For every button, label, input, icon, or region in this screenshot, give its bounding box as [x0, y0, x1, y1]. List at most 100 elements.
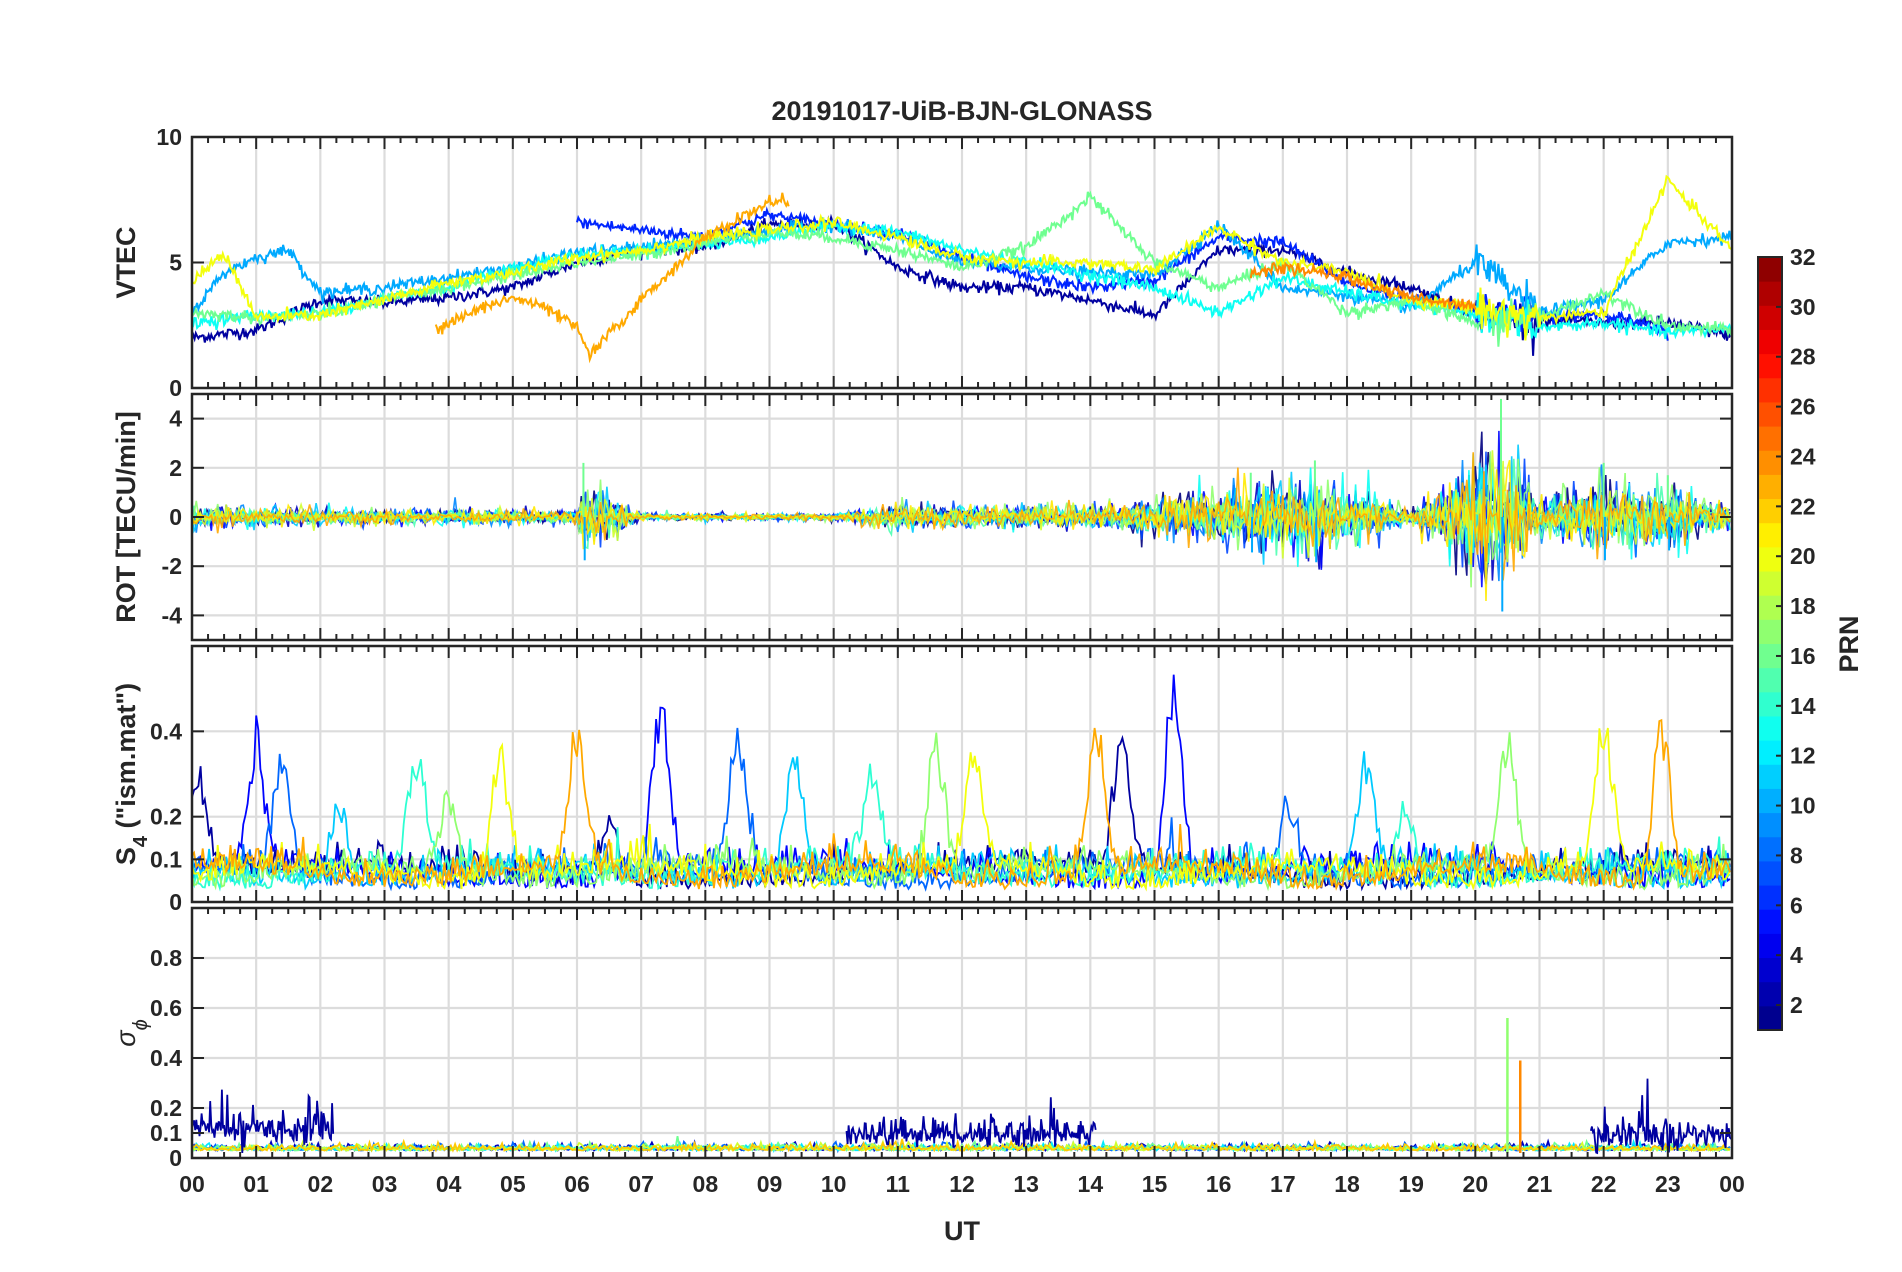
- colorbar-segment: [1758, 788, 1782, 814]
- y-tick-label: 0.1: [150, 1120, 182, 1146]
- x-tick-label: 02: [308, 1171, 334, 1197]
- colorbar-tick-label: 26: [1790, 394, 1816, 420]
- y-tick-label: 5: [169, 250, 182, 276]
- y-tick-label: 0.2: [150, 1095, 182, 1121]
- x-tick-label: 23: [1655, 1171, 1681, 1197]
- colorbar-tick-label: 8: [1790, 842, 1803, 868]
- y-tick-label: -4: [162, 602, 183, 628]
- colorbar-segment: [1758, 836, 1782, 862]
- colorbar-segment: [1758, 474, 1782, 500]
- colorbar-segment: [1758, 546, 1782, 572]
- figure: 20191017-UiB-BJN-GLONASS 0510VTEC-4-2024…: [111, 96, 1864, 1246]
- colorbar-segment: [1758, 450, 1782, 475]
- colorbar-tick-label: 10: [1790, 793, 1816, 819]
- x-tick-label: 00: [179, 1171, 205, 1197]
- figure-title: 20191017-UiB-BJN-GLONASS: [771, 96, 1152, 126]
- colorbar-segment: [1758, 377, 1782, 403]
- colorbar-tick-label: 30: [1790, 294, 1816, 320]
- colorbar-label: PRN: [1834, 615, 1864, 672]
- y-tick-label: 0.2: [150, 804, 182, 830]
- colorbar-tick-label: 4: [1790, 942, 1803, 968]
- y-tick-label: -2: [162, 553, 182, 579]
- colorbar-tick-label: 24: [1790, 443, 1816, 469]
- x-tick-label: 14: [1078, 1171, 1104, 1197]
- x-tick-label: 05: [500, 1171, 526, 1197]
- y-tick-label: 0: [169, 375, 182, 401]
- x-tick-label: 19: [1398, 1171, 1424, 1197]
- x-tick-label: 04: [436, 1171, 462, 1197]
- y-axis-label: VTEC: [111, 226, 141, 298]
- x-tick-label: 12: [949, 1171, 975, 1197]
- colorbar-segment: [1758, 764, 1782, 789]
- colorbar-segment: [1758, 329, 1782, 355]
- colorbar-segment: [1758, 426, 1782, 451]
- colorbar-segment: [1758, 909, 1782, 934]
- x-tick-label: 03: [372, 1171, 398, 1197]
- colorbar-segment: [1758, 1005, 1782, 1031]
- y-tick-label: 0.8: [150, 945, 182, 971]
- x-tick-label: 08: [693, 1171, 719, 1197]
- colorbar-segment: [1758, 981, 1782, 1007]
- panel-rot: -4 -2 0 2 4 ROT [TECU/min]: [111, 392, 1734, 642]
- x-tick-label: 22: [1591, 1171, 1617, 1197]
- colorbar-segment: [1758, 812, 1782, 838]
- panel-s4: 0 0.1 0.2 0.4S4 ("ism.mat"): [111, 644, 1734, 915]
- colorbar-segment: [1758, 740, 1782, 765]
- colorbar-tick-label: 2: [1790, 992, 1803, 1018]
- colorbar-tick-label: 12: [1790, 743, 1816, 769]
- x-tick-label: 07: [628, 1171, 654, 1197]
- y-tick-label: 0.1: [150, 846, 182, 872]
- colorbar-segment: [1758, 305, 1782, 330]
- x-tick-label: 06: [564, 1171, 590, 1197]
- colorbar-segment: [1758, 498, 1782, 524]
- y-tick-label: 0.6: [150, 995, 182, 1021]
- x-tick-label: 15: [1142, 1171, 1168, 1197]
- x-axis-label: UT: [944, 1216, 980, 1246]
- panel-sigma-phi: 00.10.2 0.4 0.6 0.8 σϕ: [111, 906, 1734, 1171]
- colorbar: 2468101214161820222426283032: [1757, 244, 1816, 1031]
- x-tick-label: 00: [1719, 1171, 1745, 1197]
- x-tick-label: 13: [1013, 1171, 1039, 1197]
- y-axis-label: ROT [TECU/min]: [111, 411, 141, 622]
- colorbar-tick-label: 20: [1790, 543, 1816, 569]
- y-tick-label: 0.4: [150, 718, 182, 744]
- colorbar-segment: [1758, 957, 1782, 983]
- colorbar-segment: [1758, 691, 1782, 717]
- x-tick-label: 21: [1527, 1171, 1553, 1197]
- x-tick-label: 11: [886, 1171, 911, 1197]
- colorbar-tick-label: 16: [1790, 643, 1816, 669]
- colorbar-segment: [1758, 667, 1782, 693]
- y-tick-label: 0: [169, 1145, 182, 1171]
- colorbar-segment: [1758, 715, 1782, 741]
- colorbar-segment: [1758, 619, 1782, 644]
- colorbar-segment: [1758, 595, 1782, 620]
- x-tick-label: 20: [1463, 1171, 1489, 1197]
- y-axis-label: σϕ: [111, 1019, 152, 1046]
- y-tick-label: 4: [169, 406, 182, 432]
- colorbar-tick-label: 22: [1790, 493, 1816, 519]
- x-tick-label: 10: [821, 1171, 847, 1197]
- colorbar-tick-label: 6: [1790, 892, 1803, 918]
- panels: 0510VTEC-4-2024ROT [TECU/min]00.10.20.4S…: [111, 124, 1745, 1197]
- colorbar-segment: [1758, 281, 1782, 306]
- y-tick-label: 0: [169, 504, 182, 530]
- colorbar-tick-label: 14: [1790, 693, 1816, 719]
- colorbar-tick-label: 18: [1790, 593, 1816, 619]
- colorbar-tick-label: 28: [1790, 344, 1816, 370]
- x-tick-label: 18: [1334, 1171, 1360, 1197]
- panel-vtec: 0 5 10 VTEC: [111, 124, 1734, 401]
- x-tick-label: 16: [1206, 1171, 1232, 1197]
- colorbar-segment: [1758, 571, 1782, 596]
- colorbar-segment: [1758, 257, 1782, 282]
- y-tick-label: 0.4: [150, 1045, 182, 1071]
- colorbar-segment: [1758, 522, 1782, 548]
- y-tick-label: 10: [156, 124, 182, 150]
- x-tick-label: 17: [1270, 1171, 1296, 1197]
- x-tick-label: 09: [757, 1171, 783, 1197]
- y-tick-label: 2: [169, 455, 182, 481]
- y-axis-label: S4 ("ism.mat"): [111, 683, 152, 865]
- x-tick-label: 01: [243, 1171, 269, 1197]
- colorbar-segment: [1758, 860, 1782, 886]
- y-tick-label: 0: [169, 889, 182, 915]
- colorbar-tick-label: 32: [1790, 244, 1816, 270]
